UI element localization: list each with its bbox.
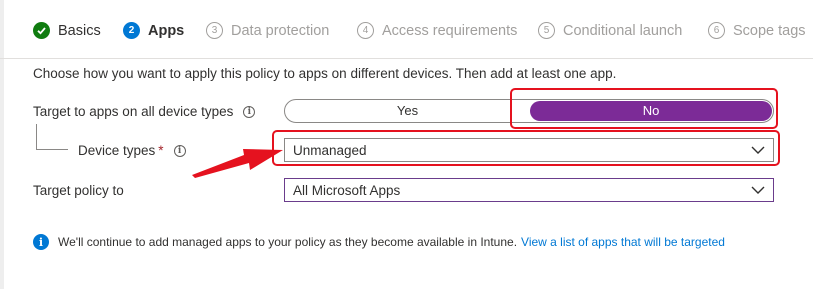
wizard-steps: Basics 2 Apps 3 Data protection 4 Access… (0, 0, 813, 59)
info-text: We'll continue to add managed apps to yo… (58, 235, 518, 249)
step-scope-tags-label: Scope tags (733, 22, 806, 39)
annotation-highlight-device-types (272, 130, 780, 166)
target-all-devices-label: Target to apps on all device types (33, 104, 234, 119)
target-policy-label: Target policy to (33, 183, 124, 198)
target-policy-dropdown[interactable]: All Microsoft Apps (284, 178, 774, 202)
step-number-badge: 6 (708, 22, 725, 39)
checkmark-icon (33, 22, 50, 39)
step-conditional-launch-label: Conditional launch (563, 22, 683, 39)
step-apps[interactable]: 2 Apps (123, 22, 184, 39)
info-icon[interactable]: i (243, 105, 256, 118)
step-conditional-launch[interactable]: 5 Conditional launch (538, 22, 682, 39)
step-access-requirements-label: Access requirements (382, 22, 518, 39)
target-policy-label-row: Target policy to (33, 183, 124, 198)
step-apps-label: Apps (148, 22, 185, 39)
target-all-devices-label-row: Target to apps on all device types i (33, 104, 256, 119)
chevron-down-icon (751, 186, 765, 194)
step-basics[interactable]: Basics (33, 22, 101, 39)
step-number-badge: 3 (206, 22, 223, 39)
info-icon[interactable]: i (173, 144, 186, 157)
form-description: Choose how you want to apply this policy… (33, 66, 617, 81)
step-number-badge: 5 (538, 22, 555, 39)
step-scope-tags[interactable]: 6 Scope tags (708, 22, 806, 39)
step-data-protection[interactable]: 3 Data protection (206, 22, 329, 39)
info-icon: i (33, 234, 49, 250)
step-number-badge: 2 (123, 22, 140, 39)
info-message: i We'll continue to add managed apps to … (33, 234, 725, 250)
toggle-yes-option[interactable]: Yes (285, 100, 530, 122)
annotation-highlight-no (510, 88, 778, 129)
required-marker: * (158, 143, 164, 158)
step-access-requirements[interactable]: 4 Access requirements (357, 22, 517, 39)
device-types-label-row: Device types * i (78, 143, 186, 158)
tree-connector-branch (36, 149, 68, 150)
step-number-badge: 4 (357, 22, 374, 39)
tree-connector (36, 124, 37, 150)
target-policy-value: All Microsoft Apps (293, 182, 401, 198)
step-basics-label: Basics (58, 22, 101, 39)
step-data-protection-label: Data protection (231, 22, 330, 39)
device-types-label: Device types (78, 143, 156, 158)
view-apps-link[interactable]: View a list of apps that will be targete… (521, 235, 725, 249)
